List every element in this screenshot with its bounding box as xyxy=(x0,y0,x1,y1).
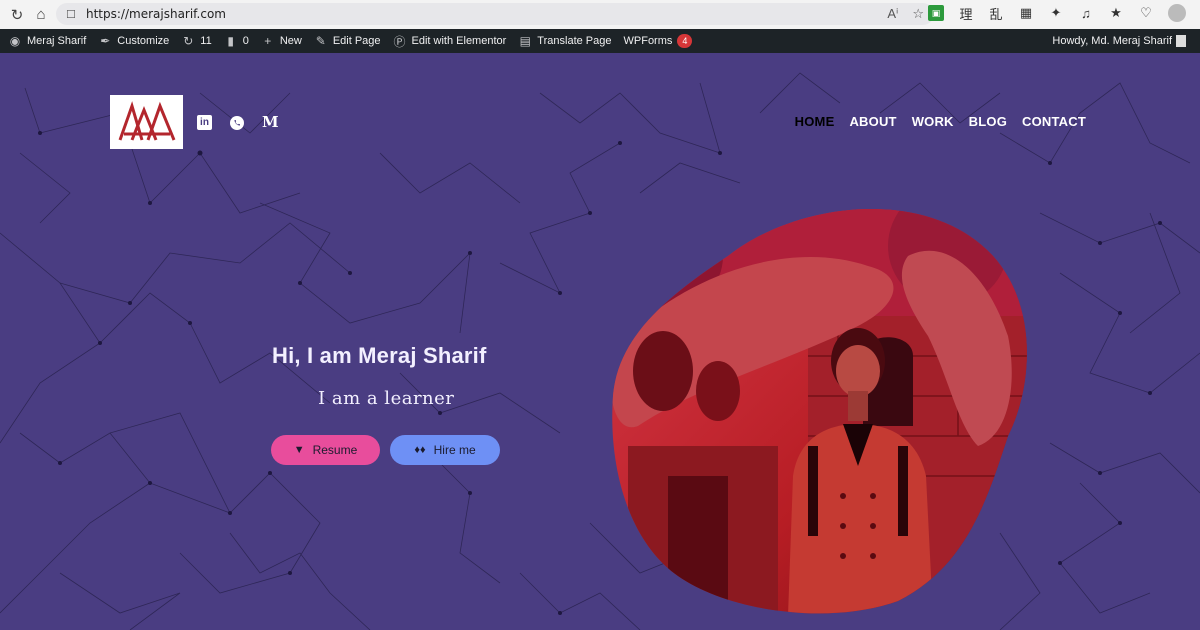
hero-section: in M HOME ABOUT WORK BLOG CONTACT Hi, I … xyxy=(0,53,1200,630)
admin-item-label: 0 xyxy=(242,35,249,47)
resume-button[interactable]: ▼ Resume xyxy=(271,435,380,465)
nav-home[interactable]: HOME xyxy=(795,114,835,129)
user-avatar xyxy=(1176,35,1186,47)
read-aloud-icon[interactable]: Aⁱ xyxy=(887,6,898,22)
admin-new[interactable]: + New xyxy=(261,34,302,48)
admin-item-label: Meraj Sharif xyxy=(27,35,87,47)
admin-item-label: Edit Page xyxy=(332,35,381,47)
admin-comments[interactable]: ▮ 0 xyxy=(224,34,249,48)
pencil-icon: ✎ xyxy=(315,34,326,48)
plus-icon: + xyxy=(264,34,272,48)
admin-wpforms[interactable]: WPForms 4 xyxy=(624,34,693,48)
url-text: https://merajsharif.com xyxy=(86,7,226,21)
admin-site-name[interactable]: ◉ Meraj Sharif xyxy=(8,34,87,48)
profile-photo xyxy=(612,208,1027,614)
wpforms-badge: 4 xyxy=(677,34,693,48)
resume-label: Resume xyxy=(312,443,358,457)
linkedin-icon[interactable]: in xyxy=(197,115,212,130)
admin-item-label: Edit with Elementor xyxy=(411,35,507,47)
brush-icon: ✒ xyxy=(100,34,111,48)
profile-avatar-icon[interactable] xyxy=(1168,4,1186,22)
admin-edit-elementor[interactable]: Ⓟ Edit with Elementor xyxy=(393,34,507,49)
comment-icon: ▮ xyxy=(227,34,234,48)
extension-translate-icon[interactable]: 理 xyxy=(958,5,974,22)
extension-green-icon[interactable]: ▣ xyxy=(928,5,944,21)
address-bar[interactable]: ☐ https://merajsharif.com Aⁱ ☆ xyxy=(56,3,934,25)
nav-work[interactable]: WORK xyxy=(912,114,954,129)
handshake-icon: ♦♦ xyxy=(414,444,426,456)
hire-me-button[interactable]: ♦♦ Hire me xyxy=(390,435,500,465)
lock-icon: ☐ xyxy=(66,8,76,21)
media-icon[interactable]: ♫ xyxy=(1078,5,1094,21)
admin-item-label: WPForms xyxy=(623,35,673,47)
dashboard-icon: ◉ xyxy=(9,34,21,48)
whatsapp-icon[interactable] xyxy=(229,115,245,131)
admin-item-label: New xyxy=(279,35,302,47)
favorite-star-icon[interactable]: ☆ xyxy=(912,6,924,22)
hire-label: Hire me xyxy=(433,443,476,457)
admin-edit-page[interactable]: ✎ Edit Page xyxy=(314,34,381,48)
browser-toolbar: ↻ ⌂ ☐ https://merajsharif.com Aⁱ ☆ ▣ 理 乱… xyxy=(0,0,1200,29)
main-navigation: HOME ABOUT WORK BLOG CONTACT xyxy=(795,114,1086,129)
admin-customize[interactable]: ✒ Customize xyxy=(98,34,169,48)
translate-icon: ▤ xyxy=(519,34,531,48)
nav-contact[interactable]: CONTACT xyxy=(1022,114,1086,129)
admin-item-label: Customize xyxy=(117,35,170,47)
favorites-icon[interactable]: ★ xyxy=(1108,5,1124,21)
admin-account[interactable]: Howdy, Md. Meraj Sharif xyxy=(1052,35,1186,47)
elementor-icon: Ⓟ xyxy=(393,34,406,49)
wp-admin-bar: ◉ Meraj Sharif ✒ Customize ↻ 11 ▮ 0 + Ne… xyxy=(0,29,1200,53)
nav-blog[interactable]: BLOG xyxy=(969,114,1007,129)
hero-title: Hi, I am Meraj Sharif xyxy=(272,343,487,368)
extension-tool-icon[interactable]: ▦ xyxy=(1018,5,1034,21)
home-icon[interactable]: ⌂ xyxy=(30,4,52,26)
nav-about[interactable]: ABOUT xyxy=(849,114,896,129)
extensions-puzzle-icon[interactable]: ✦ xyxy=(1048,5,1064,21)
refresh-icon[interactable]: ↻ xyxy=(6,4,28,26)
logo-mark-icon xyxy=(118,101,175,141)
medium-icon[interactable]: M xyxy=(262,113,279,131)
admin-greeting: Howdy, Md. Meraj Sharif xyxy=(1052,35,1172,47)
hero-subtitle: I am a learner xyxy=(318,388,455,409)
updates-icon: ↻ xyxy=(183,34,194,48)
extension-dictionary-icon[interactable]: 乱 xyxy=(988,5,1004,22)
site-logo[interactable] xyxy=(110,95,183,149)
admin-translate-page[interactable]: ▤ Translate Page xyxy=(518,34,612,48)
download-icon: ▼ xyxy=(293,444,305,456)
admin-item-label: Translate Page xyxy=(537,35,612,47)
admin-item-label: 11 xyxy=(200,35,212,47)
admin-updates[interactable]: ↻ 11 xyxy=(181,34,211,48)
health-icon[interactable]: ♡ xyxy=(1138,5,1154,21)
